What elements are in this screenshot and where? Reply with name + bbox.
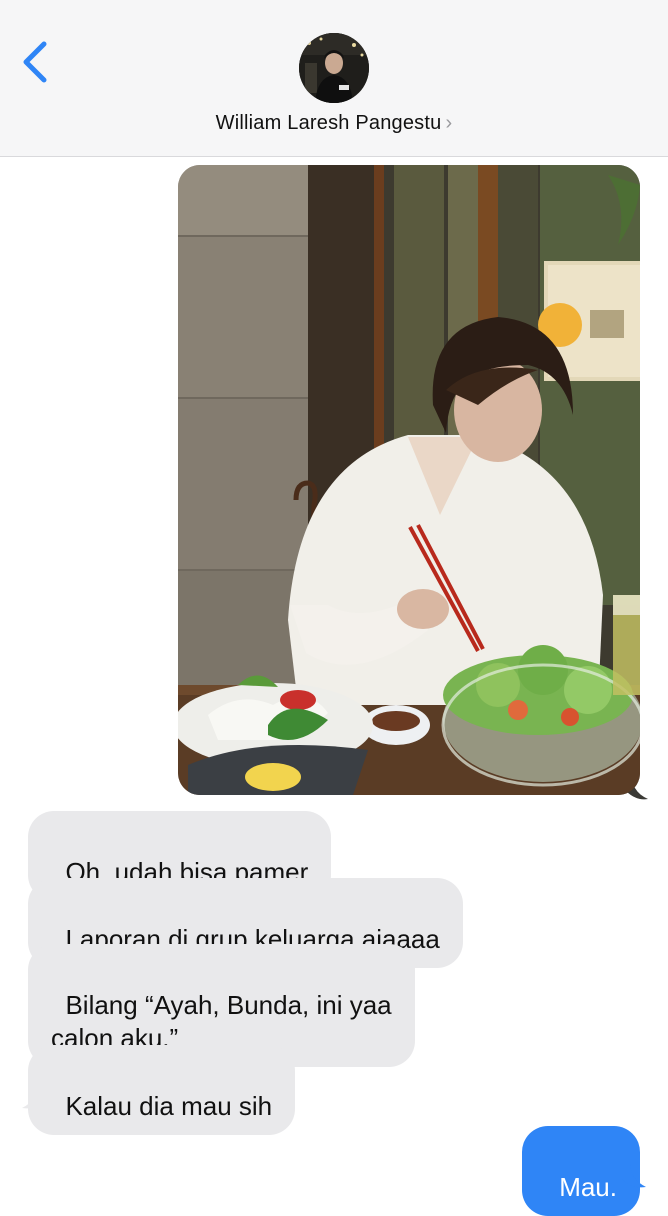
message-text: Mau. [559,1172,617,1202]
chevron-left-icon [23,41,47,83]
bubble-tail [22,1084,46,1109]
chevron-right-icon: › [445,112,453,134]
photo-message [178,165,648,800]
avatar[interactable] [299,33,369,103]
contact-name: William Laresh Pangestu [215,112,442,134]
incoming-message-bubble[interactable]: Kalau dia mau sih [28,1045,296,1135]
photo-attachment[interactable] [178,165,640,795]
conversation-header: William Laresh Pangestu › [0,0,668,157]
contact-name-button[interactable]: William Laresh Pangestu › [0,112,668,135]
back-button[interactable] [14,36,58,88]
bubble-tail [622,1163,646,1188]
message-text: Bilang “Ayah, Bunda, ini yaa calon aku.” [51,990,392,1053]
message-text: Kalau dia mau sih [65,1091,273,1121]
